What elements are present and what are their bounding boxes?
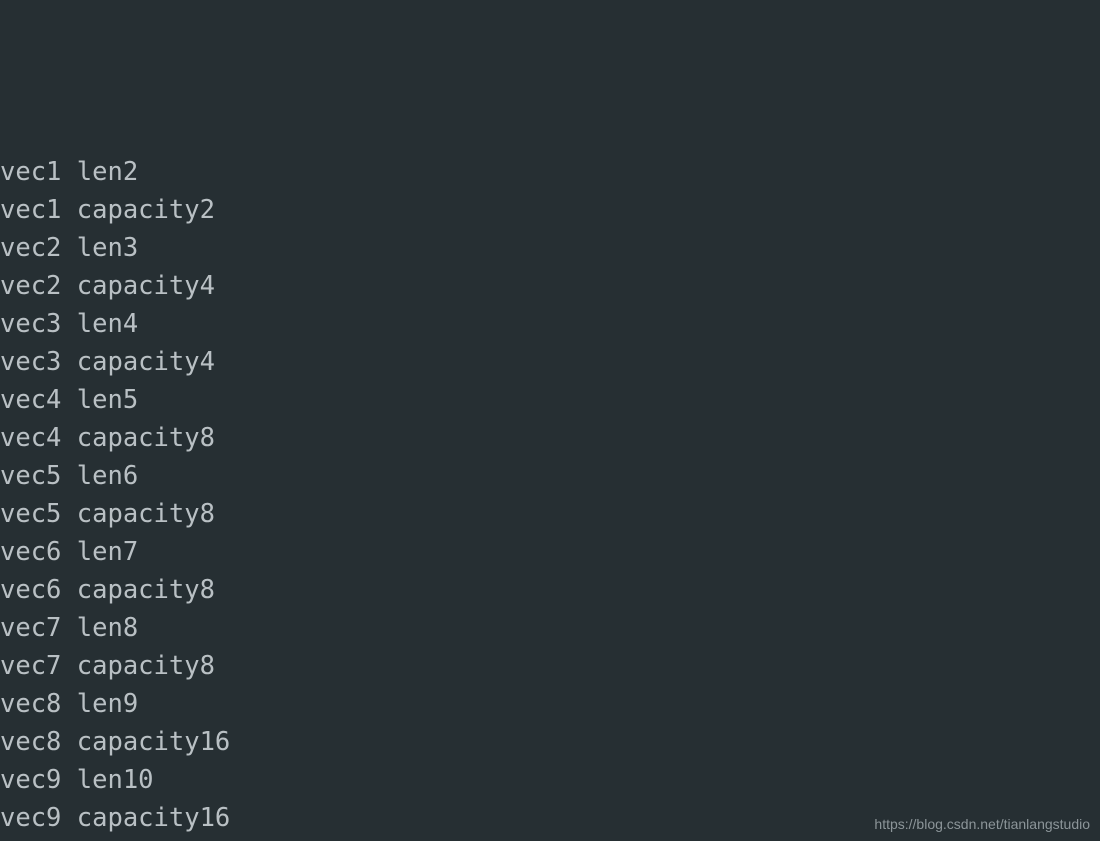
- output-line: vec8 len9: [0, 685, 1100, 723]
- output-text: vec2 capacity4: [0, 271, 215, 301]
- output-line: vec8 capacity16: [0, 723, 1100, 761]
- cargo-line-finished: Finished dev [unoptimized + debuginfo] t…: [0, 77, 1100, 115]
- output-line: vec7 len8: [0, 609, 1100, 647]
- output-line: vec6 capacity8: [0, 571, 1100, 609]
- output-text: vec7 capacity8: [0, 651, 215, 681]
- output-line: vec1 len2: [0, 153, 1100, 191]
- output-text: vec9 capacity16: [0, 803, 231, 833]
- output-line: vec7 capacity8: [0, 647, 1100, 685]
- shell-prompt-line: tianlang@tianlang:vector-test$ cargo run: [0, 1, 1100, 39]
- output-text: vec4 len5: [0, 385, 139, 415]
- output-line: vec9 len10: [0, 761, 1100, 799]
- output-line: vec4 len5: [0, 381, 1100, 419]
- output-text: vec5 len6: [0, 461, 139, 491]
- output-text: vec8 len9: [0, 689, 139, 719]
- output-text: vec6 len7: [0, 537, 139, 567]
- output-line: vec3 capacity4: [0, 343, 1100, 381]
- output-text: vec6 capacity8: [0, 575, 215, 605]
- output-line: vec4 capacity8: [0, 419, 1100, 457]
- cargo-line-running: Running `target/debug/vector-test`: [0, 115, 1100, 153]
- output-line: vec2 len3: [0, 229, 1100, 267]
- output-text: vec7 len8: [0, 613, 139, 643]
- output-text: vec9 len10: [0, 765, 154, 795]
- output-line: vec5 capacity8: [0, 495, 1100, 533]
- output-text: vec2 len3: [0, 233, 139, 263]
- terminal-window[interactable]: tianlang@tianlang:vector-test$ cargo run…: [0, 0, 1100, 841]
- output-text: vec4 capacity8: [0, 423, 215, 453]
- output-line: vec1 capacity2: [0, 191, 1100, 229]
- output-text: vec1 capacity2: [0, 195, 215, 225]
- watermark-url: https://blog.csdn.net/tianlangstudio: [874, 816, 1090, 832]
- output-line: vec3 len4: [0, 305, 1100, 343]
- output-line: vec6 len7: [0, 533, 1100, 571]
- output-text: vec8 capacity16: [0, 727, 231, 757]
- output-text: vec1 len2: [0, 157, 139, 187]
- output-text: vec5 capacity8: [0, 499, 215, 529]
- cargo-line-compiling: Compiling vector-test v0.1.0 (/data/code…: [0, 39, 1100, 77]
- terminal-screen[interactable]: tianlang@tianlang:vector-test$ cargo run…: [0, 0, 1100, 837]
- output-text: vec3 capacity4: [0, 347, 215, 377]
- output-line: vec5 len6: [0, 457, 1100, 495]
- output-text: vec3 len4: [0, 309, 139, 339]
- output-line: vec2 capacity4: [0, 267, 1100, 305]
